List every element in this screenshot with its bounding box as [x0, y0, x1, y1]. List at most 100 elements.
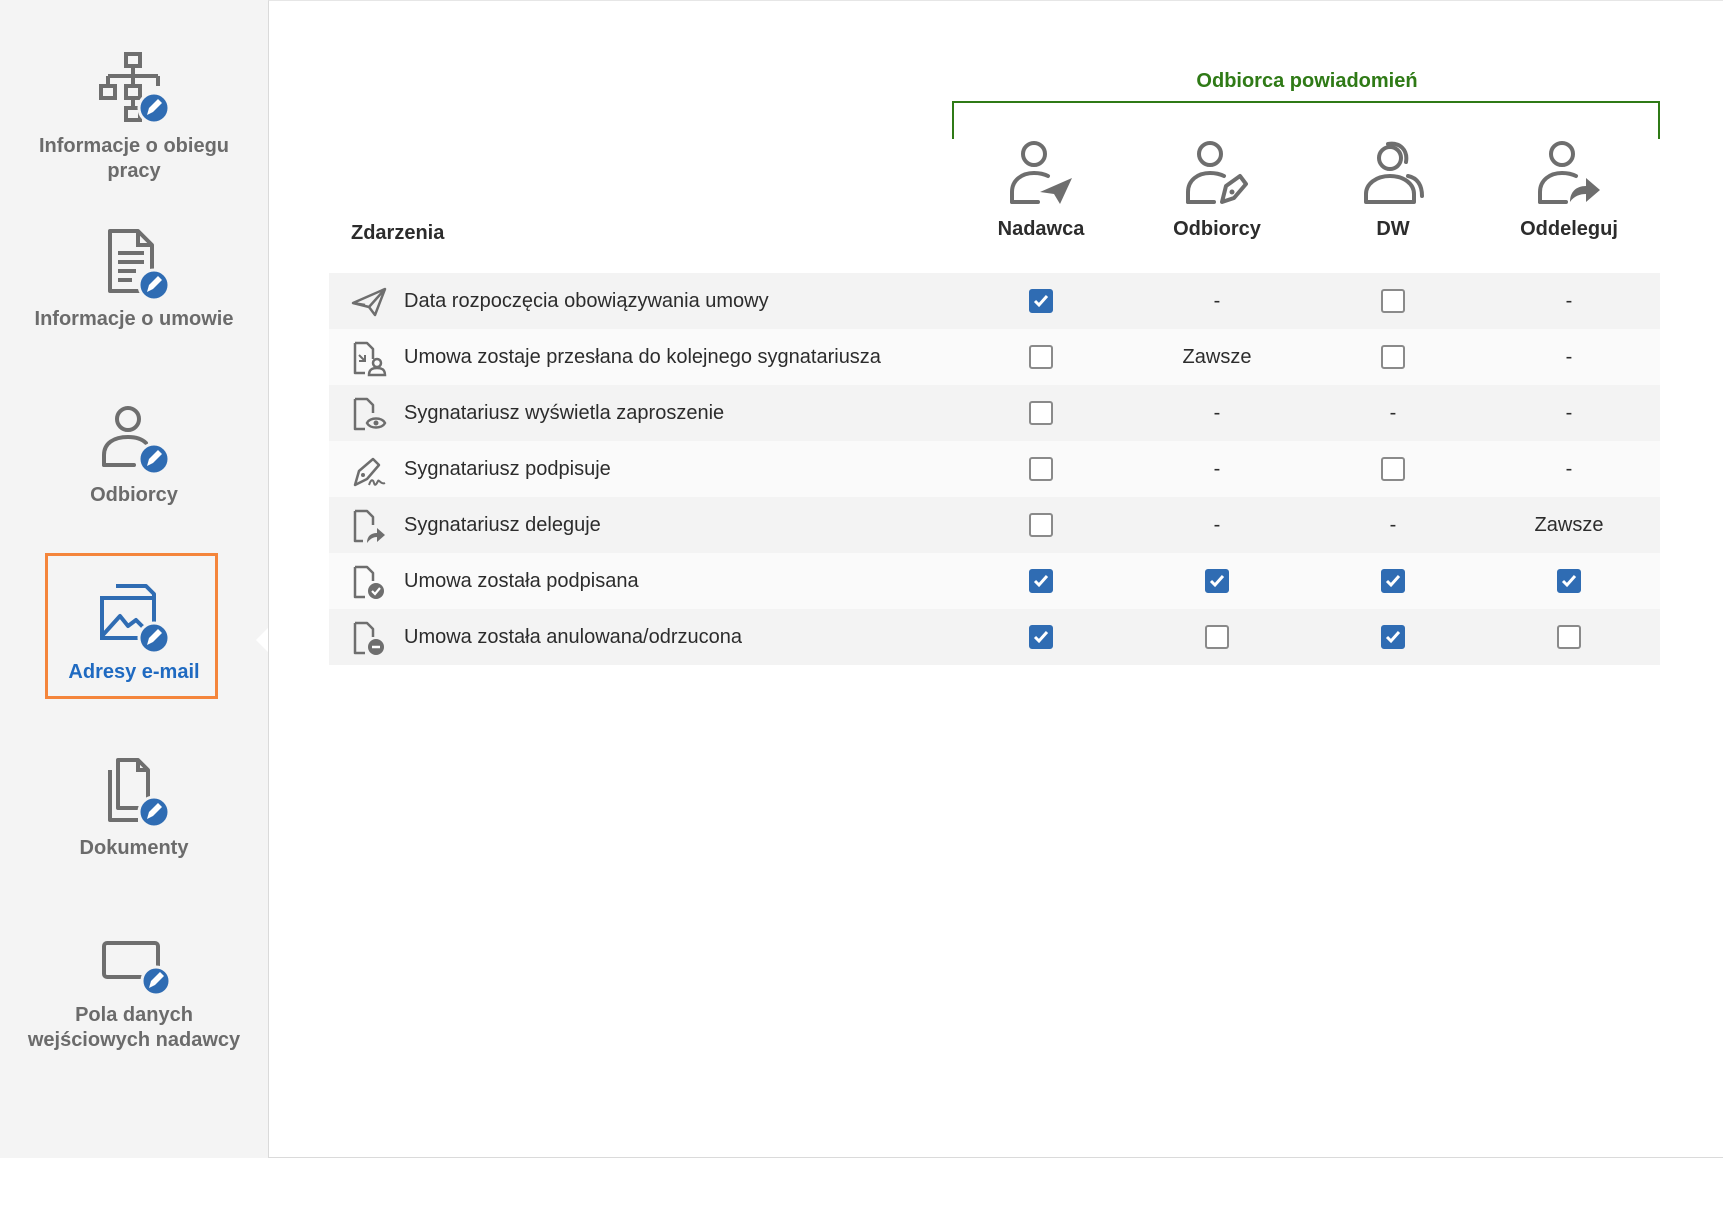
notify-checkbox[interactable]	[1557, 625, 1581, 649]
table-row: Sygnatariusz deleguje - - Zawsze	[329, 497, 1660, 553]
table-row: Umowa została podpisana	[329, 553, 1660, 609]
event-label: Data rozpoczęcia obowiązywania umowy	[404, 290, 769, 312]
paper-plane-icon	[351, 287, 387, 317]
notify-checkbox[interactable]	[1205, 569, 1229, 593]
cell-sender	[953, 273, 1129, 329]
sender-icon	[1010, 141, 1072, 204]
document-forward-icon	[353, 341, 387, 377]
sidebar-item-label: Odbiorcy	[90, 484, 178, 506]
column-header-cc: DW	[1305, 140, 1481, 241]
pen-sign-icon	[353, 457, 386, 487]
cell-cc	[1305, 329, 1481, 385]
notify-checkbox[interactable]	[1381, 457, 1405, 481]
cell-recipients	[1129, 553, 1305, 609]
cell-sender	[953, 441, 1129, 497]
column-header-recipients: Odbiorcy	[1129, 140, 1305, 241]
cell-delegate: Zawsze	[1534, 513, 1604, 536]
event-label: Umowa została anulowana/odrzucona	[404, 626, 742, 648]
notify-checkbox[interactable]	[1029, 289, 1053, 313]
column-header-delegate: Oddeleguj	[1481, 140, 1657, 241]
cell-sender	[953, 329, 1129, 385]
document-edit-icon	[108, 229, 171, 302]
event-label: Sygnatariusz deleguje	[404, 514, 601, 536]
column-label: Nadawca	[997, 218, 1085, 240]
notification-recipient-group-title: Odbiorca powiadomień	[1196, 70, 1418, 92]
cell-recipients	[1129, 609, 1305, 665]
sidebar-item-label: Pola danych wejściowych nadawcy	[27, 1004, 241, 1051]
notify-checkbox[interactable]	[1029, 401, 1053, 425]
sidebar-item-label: Dokumenty	[79, 837, 189, 859]
cell-delegate: -	[1565, 345, 1573, 368]
column-label: DW	[1376, 218, 1410, 240]
notify-checkbox[interactable]	[1029, 569, 1053, 593]
events-column-header: Zdarzenia	[351, 222, 445, 244]
cell-sender	[953, 385, 1129, 441]
cell-cc: -	[1389, 513, 1397, 536]
cc-icon	[1364, 141, 1424, 204]
event-label: Sygnatariusz wyświetla zaproszenie	[404, 402, 725, 424]
cell-delegate: -	[1565, 457, 1573, 480]
cell-recipients: Zawsze	[1182, 345, 1252, 368]
document-delegate-icon	[353, 509, 385, 543]
group-bracket	[952, 101, 1660, 139]
cell-cc	[1305, 273, 1481, 329]
table-row: Data rozpoczęcia obowiązywania umowy - -	[329, 273, 1660, 329]
sidebar-item-workflow-info[interactable]: Informacje o obiegu pracy	[0, 50, 268, 184]
cell-cc: -	[1389, 401, 1397, 424]
cell-delegate: -	[1565, 289, 1573, 312]
notify-checkbox[interactable]	[1029, 625, 1053, 649]
cell-recipients: -	[1213, 513, 1221, 536]
notify-checkbox[interactable]	[1029, 513, 1053, 537]
document-cancel-icon	[353, 621, 384, 655]
sidebar-item-recipients[interactable]: Odbiorcy	[0, 403, 268, 508]
cell-recipients: -	[1213, 401, 1221, 424]
event-label: Umowa zostaje przesłana do kolejnego syg…	[404, 346, 881, 368]
active-pointer	[256, 628, 268, 652]
delegate-icon	[1538, 141, 1600, 204]
event-label: Sygnatariusz podpisuje	[404, 458, 611, 480]
notify-checkbox[interactable]	[1381, 345, 1405, 369]
documents-edit-icon	[108, 758, 171, 829]
notify-checkbox[interactable]	[1557, 569, 1581, 593]
notify-checkbox[interactable]	[1381, 625, 1405, 649]
email-edit-icon	[100, 584, 171, 655]
column-header-sender: Nadawca	[953, 140, 1129, 241]
notify-checkbox[interactable]	[1029, 345, 1053, 369]
table-row: Sygnatariusz podpisuje - -	[329, 441, 1660, 497]
column-label: Odbiorcy	[1173, 218, 1261, 240]
sidebar-item-label: Adresy e-mail	[68, 661, 200, 683]
table-row: Umowa zostaje przesłana do kolejnego syg…	[329, 329, 1660, 385]
notify-checkbox[interactable]	[1205, 625, 1229, 649]
cell-sender	[953, 553, 1129, 609]
notify-checkbox[interactable]	[1381, 569, 1405, 593]
cell-recipients: -	[1213, 289, 1221, 312]
recipient-edit-icon	[102, 406, 171, 476]
notify-checkbox[interactable]	[1029, 457, 1053, 481]
cell-delegate	[1481, 553, 1657, 609]
notifications-table: Data rozpoczęcia obowiązywania umowy - -…	[329, 273, 1660, 665]
sidebar-item-agreement-info[interactable]: Informacje o umowie	[0, 227, 268, 332]
cell-cc	[1305, 441, 1481, 497]
input-field-edit-icon	[102, 941, 172, 997]
sidebar-item-email-addresses[interactable]: Adresy e-mail	[0, 580, 268, 685]
cell-delegate	[1481, 609, 1657, 665]
sidebar-item-label: Informacje o umowie	[34, 308, 234, 330]
column-label: Oddeleguj	[1520, 218, 1618, 240]
document-view-icon	[353, 397, 387, 431]
notify-checkbox[interactable]	[1381, 289, 1405, 313]
event-label: Umowa została podpisana	[404, 570, 639, 592]
recipients-icon	[1186, 141, 1248, 204]
sidebar-item-documents[interactable]: Dokumenty	[0, 756, 268, 861]
document-check-icon	[353, 565, 384, 599]
sidebar-item-label: Informacje o obiegu pracy	[38, 135, 230, 182]
table-row: Umowa została anulowana/odrzucona	[329, 609, 1660, 665]
cell-cc	[1305, 609, 1481, 665]
cell-delegate: -	[1565, 401, 1573, 424]
cell-sender	[953, 497, 1129, 553]
workflow-edit-icon	[99, 52, 171, 125]
sidebar-item-sender-input-fields[interactable]: Pola danych wejściowych nadawcy	[0, 935, 268, 1053]
cell-recipients: -	[1213, 457, 1221, 480]
table-row: Sygnatariusz wyświetla zaproszenie - - -	[329, 385, 1660, 441]
cell-sender	[953, 609, 1129, 665]
cell-cc	[1305, 553, 1481, 609]
